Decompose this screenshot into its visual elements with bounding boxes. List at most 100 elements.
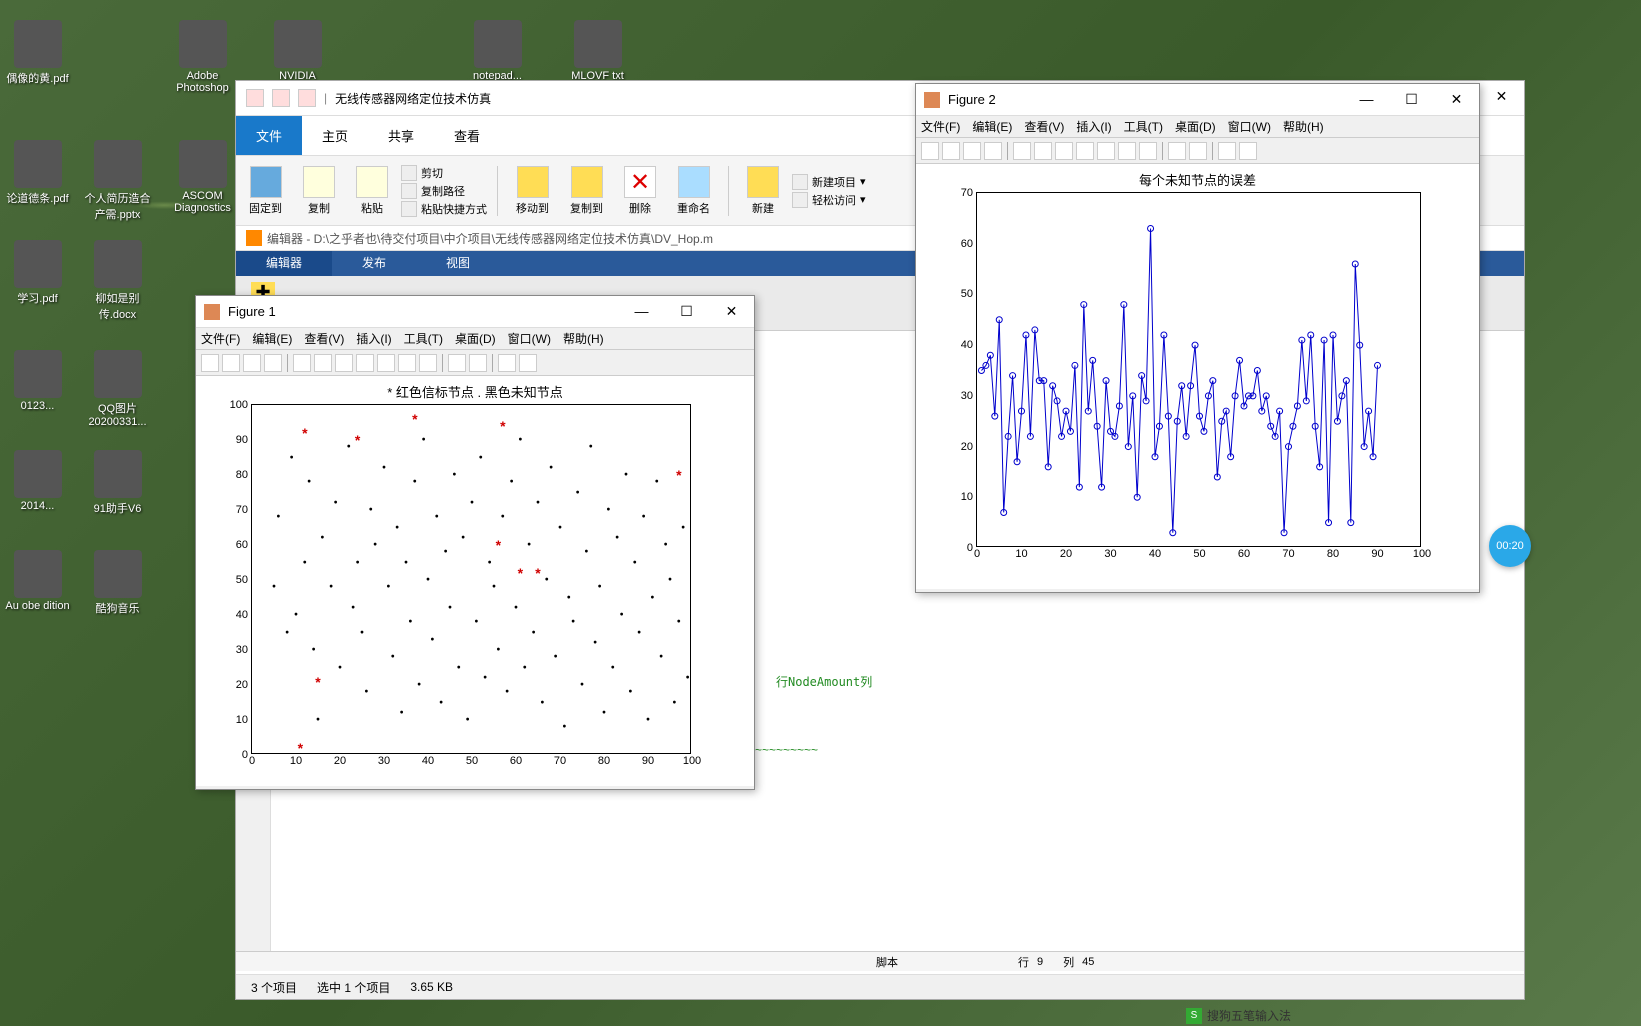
arrow-icon[interactable] [1013,142,1031,160]
ribbon-moveto[interactable]: 移动到 [508,164,557,218]
figure2-title: Figure 2 [948,92,996,107]
desktop-icon[interactable]: 学习.pdf [0,240,75,306]
open-icon[interactable] [222,354,240,372]
menu-item[interactable]: 文件(F) [201,330,240,347]
desktop-icon[interactable]: 酷狗音乐 [80,550,155,616]
figure2-maximize[interactable]: ☐ [1389,84,1434,114]
ribbon-easyaccess[interactable]: 轻松访问 ▾ [792,192,866,208]
legend-icon[interactable] [1189,142,1207,160]
brush-icon[interactable] [419,354,437,372]
menu-item[interactable]: 插入(I) [356,330,391,347]
desktop-icon[interactable]: 个人简历造合产需.pptx [80,140,155,222]
cursor-icon[interactable] [398,354,416,372]
desktop-icon[interactable]: Au obe dition [0,550,75,612]
ribbon-cut[interactable]: 剪切 [401,165,487,181]
figure2-toolbar [916,138,1479,164]
print-icon[interactable] [984,142,1002,160]
new-icon[interactable] [201,354,219,372]
desktop-icon[interactable]: notepad... [460,20,535,82]
timer-overlay[interactable]: 00:20 [1489,525,1531,567]
colorbar-icon[interactable] [1168,142,1186,160]
access-icon [792,192,808,208]
zoomin-icon[interactable] [314,354,332,372]
pan-icon[interactable] [1076,142,1094,160]
desktop-icon[interactable]: Adobe Photoshop [165,20,240,94]
rotate-icon[interactable] [377,354,395,372]
desktop-icon[interactable]: QQ图片20200331... [80,350,155,428]
zoomout-icon[interactable] [1055,142,1073,160]
ribbon-pasteshortcut[interactable]: 粘贴快捷方式 [401,201,487,217]
grid2-icon[interactable] [1239,142,1257,160]
ribbon-copypath[interactable]: 复制路径 [401,183,487,199]
desktop-icon[interactable]: MLOVF txt [560,20,635,82]
figure2-close[interactable]: ✕ [1434,84,1479,114]
figure1-close[interactable]: ✕ [709,296,754,326]
menu-item[interactable]: 桌面(D) [1175,118,1216,135]
desktop-icon[interactable]: 柳如是别传.docx [80,240,155,322]
desktop-icon[interactable]: 91助手V6 [80,450,155,516]
ribbon-paste[interactable]: 粘贴 [348,164,396,218]
grid1-icon[interactable] [498,354,516,372]
menu-item[interactable]: 查看(V) [304,330,344,347]
menu-item[interactable]: 窗口(W) [508,330,551,347]
zoomin-icon[interactable] [1034,142,1052,160]
ribbon-rename[interactable]: 重命名 [669,164,718,218]
open-icon[interactable] [942,142,960,160]
new-icon[interactable] [921,142,939,160]
colorbar-icon[interactable] [448,354,466,372]
desktop-icon[interactable]: 2014... [0,450,75,512]
figure1-maximize[interactable]: ☐ [664,296,709,326]
arrow-icon[interactable] [293,354,311,372]
close-button[interactable]: ✕ [1479,81,1524,111]
print-icon[interactable] [264,354,282,372]
desktop-icon[interactable]: 论道德条.pdf [0,140,75,206]
menu-item[interactable]: 编辑(E) [252,330,292,347]
desktop-icon[interactable]: 0123... [0,350,75,412]
legend-icon[interactable] [469,354,487,372]
ribbon-newitem[interactable]: 新建项目 ▾ [792,174,866,190]
pan-icon[interactable] [356,354,374,372]
zoomout-icon[interactable] [335,354,353,372]
menu-item[interactable]: 查看(V) [1024,118,1064,135]
ribbon-new[interactable]: 新建 [739,164,787,218]
menu-item[interactable]: 帮助(H) [1283,118,1324,135]
menu-item[interactable]: 工具(T) [1124,118,1163,135]
desktop-icon[interactable]: NVIDIA [260,20,335,82]
ribbon-pin[interactable]: 固定到 [241,164,290,218]
figure2-axes[interactable]: 0102030405060700102030405060708090100 [976,192,1421,547]
ime-indicator[interactable]: S 搜狗五笔输入法 [1186,1007,1291,1024]
editor-tab-view[interactable]: 视图 [416,251,500,276]
editor-tab-editor[interactable]: 编辑器 [236,251,332,276]
cursor-icon[interactable] [1118,142,1136,160]
grid1-icon[interactable] [1218,142,1236,160]
menu-item[interactable]: 窗口(W) [1228,118,1271,135]
menu-item[interactable]: 文件(F) [921,118,960,135]
tab-home[interactable]: 主页 [302,116,368,155]
save-icon[interactable] [243,354,261,372]
menu-item[interactable]: 工具(T) [404,330,443,347]
menu-item[interactable]: 帮助(H) [563,330,604,347]
figure1-minimize[interactable]: — [619,296,664,326]
grid2-icon[interactable] [519,354,537,372]
brush-icon[interactable] [1139,142,1157,160]
ribbon-copy[interactable]: 复制 [295,164,343,218]
check-icon [272,89,290,107]
desktop-icon[interactable]: 偶像的黄.pdf [0,20,75,86]
figure2-minimize[interactable]: — [1344,84,1389,114]
explorer-statusbar: 3 个项目 选中 1 个项目 3.65 KB [236,974,1524,999]
folder-icon [246,89,264,107]
figure1-axes[interactable]: 0102030405060708090100010203040506070809… [251,404,691,754]
figure1-menubar: 文件(F) 编辑(E) 查看(V) 插入(I) 工具(T) 桌面(D) 窗口(W) 帮助(H) [196,328,754,350]
desktop-icon[interactable]: ASCOM Diagnostics [165,140,240,214]
menu-item[interactable]: 插入(I) [1076,118,1111,135]
rotate-icon[interactable] [1097,142,1115,160]
save-icon[interactable] [963,142,981,160]
tab-view[interactable]: 查看 [434,116,500,155]
tab-share[interactable]: 共享 [368,116,434,155]
editor-tab-publish[interactable]: 发布 [332,251,416,276]
menu-item[interactable]: 编辑(E) [972,118,1012,135]
ribbon-delete[interactable]: ✕删除 [616,164,664,218]
menu-item[interactable]: 桌面(D) [455,330,496,347]
tab-file[interactable]: 文件 [236,116,302,155]
ribbon-copyto[interactable]: 复制到 [562,164,611,218]
